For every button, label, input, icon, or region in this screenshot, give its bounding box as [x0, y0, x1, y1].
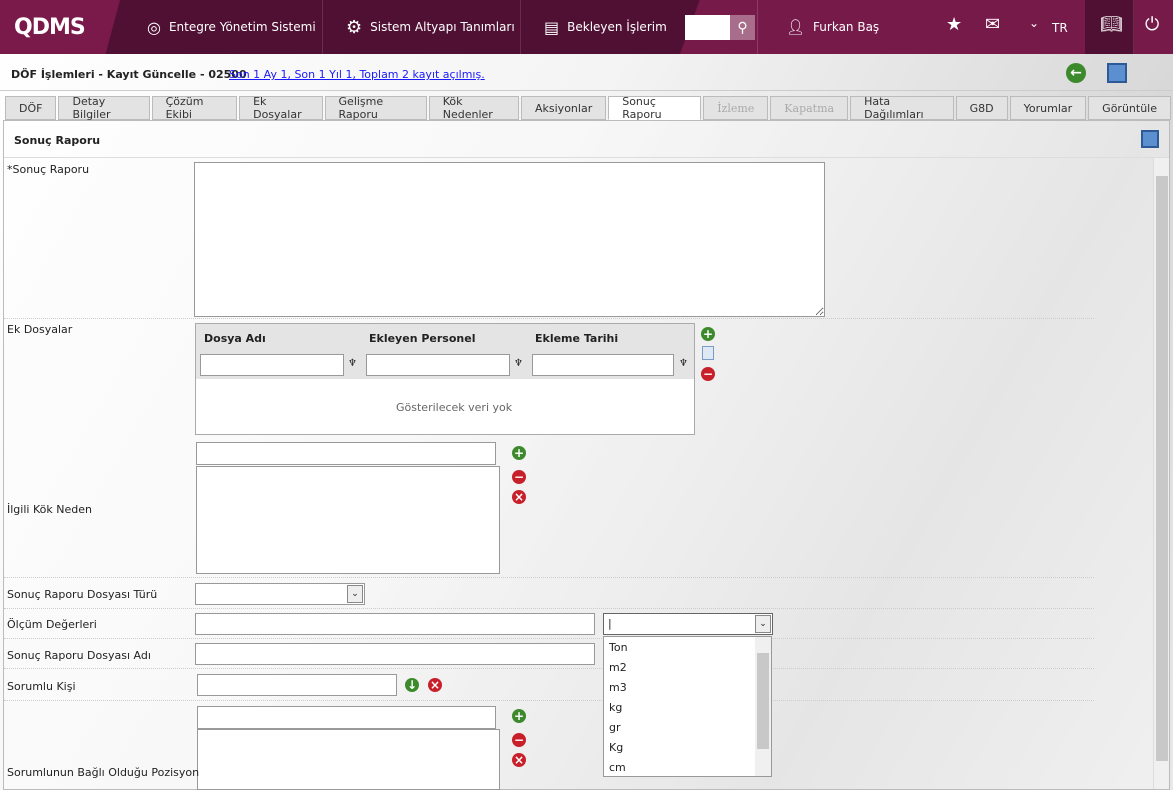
- tab-3[interactable]: Ek Dosyalar: [239, 95, 323, 121]
- dropdown-option[interactable]: m2: [604, 657, 771, 677]
- back-icon[interactable]: ←: [1066, 63, 1086, 83]
- scrollbar[interactable]: [1153, 158, 1169, 789]
- unit-dropdown-list: Ton m2 m3 kg gr Kg cm: [603, 636, 772, 777]
- tab-10[interactable]: Hata Dağılımları: [850, 95, 954, 121]
- kok-neden-list[interactable]: [196, 466, 500, 574]
- nav-bekleyen[interactable]: ▤ Bekleyen İşlerim: [544, 0, 667, 54]
- mail-icon[interactable]: ✉: [985, 14, 1000, 35]
- pozisyon-list[interactable]: [197, 729, 500, 790]
- document-icon[interactable]: [702, 346, 714, 360]
- search-input[interactable]: [685, 15, 730, 40]
- book-help-icon[interactable]: 📖︎: [1100, 14, 1123, 35]
- dosya-adi-input[interactable]: [195, 643, 595, 665]
- star-icon[interactable]: ★: [946, 14, 962, 35]
- tab-13[interactable]: Görüntüle: [1088, 96, 1171, 120]
- clear-icon[interactable]: ×: [512, 753, 526, 767]
- add-icon[interactable]: +: [512, 709, 526, 723]
- tab-0[interactable]: DÖF: [5, 96, 57, 120]
- dropdown-option[interactable]: gr: [604, 717, 771, 737]
- tab-9: Kapatma: [770, 96, 849, 120]
- sorumlu-kisi-input[interactable]: [197, 674, 397, 696]
- tab-2[interactable]: Çözüm Ekibi: [151, 95, 238, 121]
- top-header: QDMS ◎ Entegre Yönetim Sistemi ⚙ Sistem Al…: [0, 0, 1173, 54]
- chevron-down-icon: ⌄: [755, 615, 771, 633]
- filter-icon[interactable]: ♆: [348, 358, 357, 369]
- user-menu[interactable]: 👤︎ Furkan Baş: [786, 0, 879, 54]
- chevron-down-icon: ⌄: [347, 585, 363, 603]
- dropdown-option[interactable]: m3: [604, 677, 771, 697]
- tab-7[interactable]: Sonuç Raporu: [608, 95, 702, 121]
- select-down-icon[interactable]: ↓: [405, 678, 419, 692]
- page-title: DÖF İşlemleri - Kayıt Güncelle - 02500: [11, 68, 247, 81]
- remove-icon[interactable]: −: [512, 470, 526, 484]
- user-icon: 👤︎: [786, 18, 806, 36]
- gear-icon: ⚙: [346, 16, 363, 38]
- clear-icon[interactable]: ×: [512, 490, 526, 504]
- dosya-turu-select[interactable]: ⌄: [195, 583, 365, 605]
- pozisyon-input[interactable]: [197, 706, 496, 729]
- dropdown-option[interactable]: cm: [604, 757, 771, 777]
- tab-1[interactable]: Detay Bilgiler: [58, 95, 150, 121]
- search-icon: ⚲: [737, 19, 748, 36]
- kok-neden-input[interactable]: [196, 442, 496, 465]
- language-selector[interactable]: TR: [1052, 21, 1068, 35]
- remove-icon[interactable]: −: [512, 733, 526, 747]
- empty-message: Gösterilecek veri yok: [396, 401, 513, 414]
- filter-ekleyen[interactable]: [366, 354, 510, 376]
- remove-icon[interactable]: −: [701, 367, 715, 381]
- tab-4[interactable]: Gelişme Raporu: [324, 95, 427, 121]
- tab-11[interactable]: G8D: [955, 96, 1008, 120]
- olcum-degerleri-input[interactable]: [195, 613, 595, 635]
- tab-12[interactable]: Yorumlar: [1009, 96, 1087, 120]
- filter-icon[interactable]: ♆: [514, 358, 523, 369]
- nav-sistem[interactable]: ⚙ Sistem Altyapı Tanımları: [346, 0, 515, 54]
- filter-dosya-adi[interactable]: [200, 354, 344, 376]
- logo[interactable]: QDMS: [0, 0, 120, 54]
- power-icon[interactable]: ⏻: [1145, 14, 1159, 35]
- tab-bar: DÖF Detay Bilgiler Çözüm Ekibi Ek Dosyalar G…: [5, 95, 1173, 121]
- tab-5[interactable]: Kök Nedenler: [428, 95, 519, 121]
- ek-dosyalar-grid: Dosya Adı Ekleyen Personel Ekleme Tarihi…: [195, 323, 695, 435]
- clear-icon[interactable]: ×: [428, 678, 442, 692]
- dropdown-option[interactable]: Ton: [604, 637, 771, 657]
- save-icon[interactable]: [1107, 63, 1127, 83]
- add-icon[interactable]: +: [512, 446, 526, 460]
- filter-tarih[interactable]: [532, 354, 674, 376]
- filter-icon[interactable]: ♆: [679, 358, 688, 369]
- unit-select[interactable]: | ⌄: [603, 613, 773, 635]
- dropdown-option[interactable]: Kg: [604, 737, 771, 757]
- add-icon[interactable]: +: [701, 327, 715, 341]
- chevron-down-icon[interactable]: ⌄: [1029, 16, 1039, 30]
- nav-entegre[interactable]: ◎ Entegre Yönetim Sistemi: [147, 0, 316, 54]
- clipboard-icon: ▤: [544, 17, 560, 37]
- save-icon[interactable]: [1141, 130, 1159, 148]
- search-button[interactable]: ⚲: [730, 15, 755, 40]
- tab-6[interactable]: Aksiyonlar: [521, 96, 607, 120]
- sonuc-raporu-textarea[interactable]: [194, 162, 825, 317]
- tab-8: İzleme: [703, 96, 769, 120]
- record-summary-link[interactable]: Son 1 Ay 1, Son 1 Yıl 1, Toplam 2 kayıt …: [229, 68, 485, 81]
- q-icon: ◎: [147, 17, 161, 37]
- dropdown-option[interactable]: kg: [604, 697, 771, 717]
- section-title: Sonuç Raporu: [14, 134, 101, 147]
